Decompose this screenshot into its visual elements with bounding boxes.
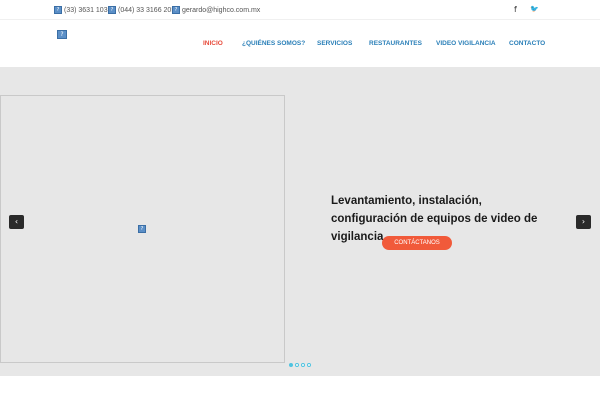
- logo[interactable]: ?: [57, 30, 67, 39]
- broken-image-icon: ?: [138, 225, 146, 233]
- nav-restaurantes[interactable]: RESTAURANTES: [369, 40, 422, 47]
- phone-1-text: (33) 3631 1039: [64, 6, 112, 14]
- slider-dot-1[interactable]: [289, 363, 293, 367]
- slider-dot-4[interactable]: [307, 363, 311, 367]
- twitter-icon[interactable]: 🐦: [530, 5, 539, 13]
- phone-2: ? (044) 33 3166 2052: [108, 5, 179, 15]
- prev-slide-button[interactable]: ‹: [9, 215, 24, 229]
- facebook-icon[interactable]: f: [514, 5, 517, 14]
- phone-icon: ?: [54, 6, 62, 14]
- email-icon: ?: [172, 6, 180, 14]
- top-bar: ? (33) 3631 1039 ? (044) 33 3166 2052 ? …: [0, 0, 600, 20]
- nav-servicios[interactable]: SERVICIOS: [317, 40, 352, 47]
- slider-dot-2[interactable]: [295, 363, 299, 367]
- email: ? gerardo@highco.com.mx: [172, 5, 260, 15]
- phone-2-text: (044) 33 3166 2052: [118, 6, 180, 14]
- slider-dots: [289, 363, 311, 367]
- nav-inicio[interactable]: INICIO: [203, 40, 223, 47]
- phone-1: ? (33) 3631 1039: [54, 5, 111, 15]
- next-slide-button[interactable]: ›: [576, 215, 591, 229]
- mobile-icon: ?: [108, 6, 116, 14]
- nav-contacto[interactable]: CONTACTO: [509, 40, 545, 47]
- slider-dot-3[interactable]: [301, 363, 305, 367]
- email-text[interactable]: gerardo@highco.com.mx: [182, 7, 260, 14]
- nav-quienes-somos[interactable]: ¿QUIÉNES SOMOS?: [242, 40, 305, 47]
- contact-us-button[interactable]: CONTÁCTANOS: [382, 236, 452, 250]
- nav-video-vigilancia[interactable]: VIDEO VIGILANCIA: [436, 40, 496, 47]
